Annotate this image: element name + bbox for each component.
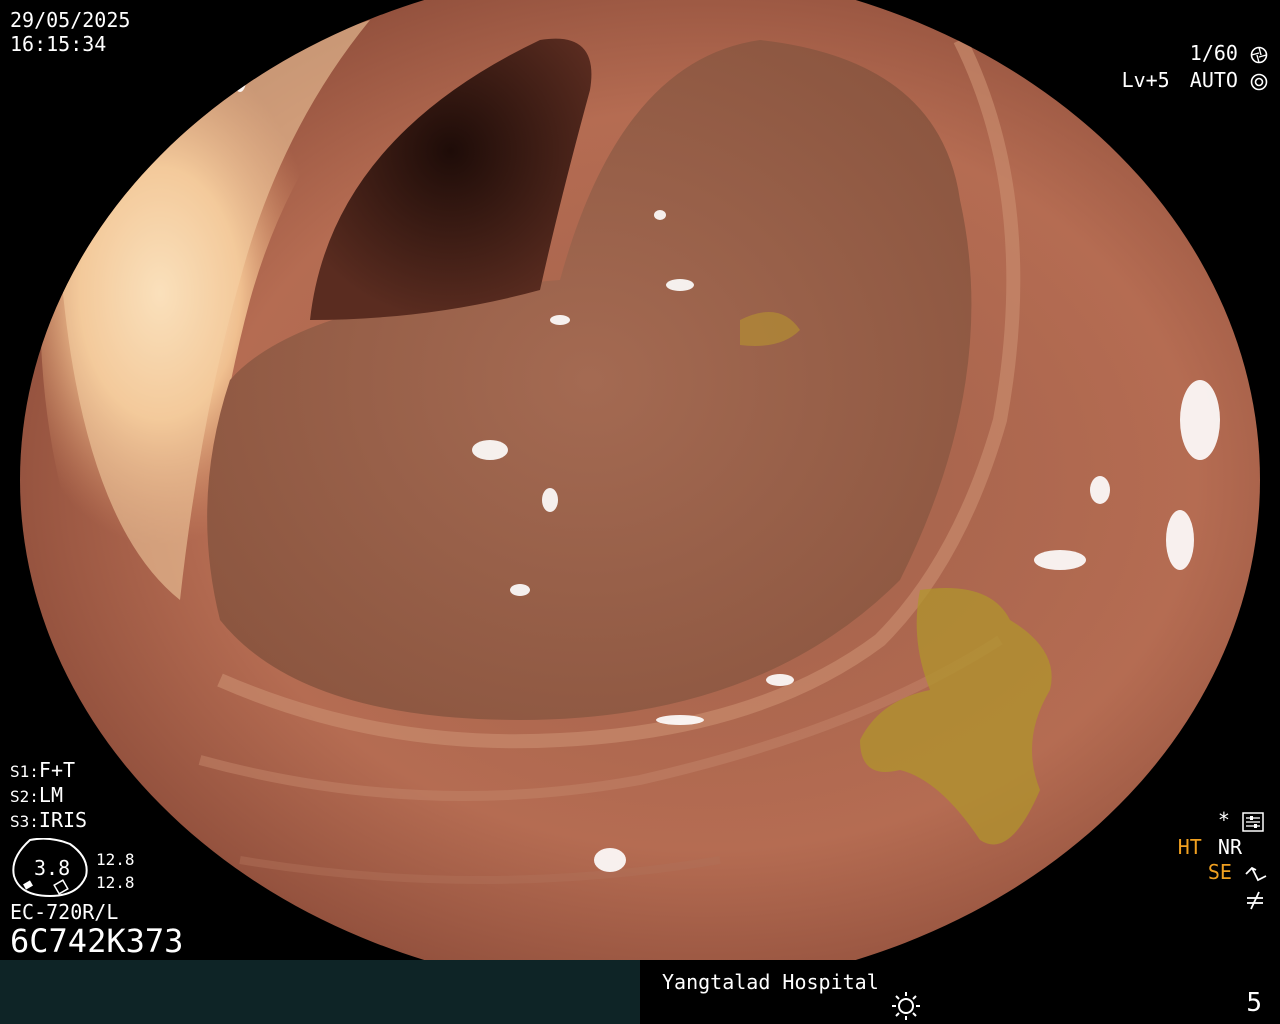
sun-icon (892, 992, 920, 1020)
preset-value: F+T (38, 758, 76, 782)
se-label: SE (1207, 860, 1232, 884)
gauge-upper: 12.8 (96, 850, 135, 869)
not-equal-icon (1247, 891, 1263, 909)
ht-label: HT (1177, 835, 1202, 859)
preset-value: LM (38, 783, 63, 807)
preset-s2: S2:LM (10, 783, 63, 809)
bottom-info-bar: Yangtalad Hospital 5 (0, 960, 1280, 1024)
scope-serial: 6C742K373 (10, 922, 184, 960)
preset-s1: S1:F+T (10, 758, 75, 784)
freeze-indicator (1244, 886, 1266, 910)
wave-enhance-icon (1245, 866, 1267, 881)
scope-model: EC-720R/L (10, 900, 119, 924)
preset-key: S2: (10, 787, 39, 806)
bottom-right-panel: Yangtalad Hospital 5 (640, 960, 1280, 1024)
ht-nr-indicator: HT NR (1178, 835, 1242, 859)
shutter-value: 1/60 (1189, 41, 1238, 65)
iris-icon (1250, 73, 1268, 90)
endoscopy-image (0, 0, 1280, 960)
image-number: 5 (1246, 988, 1262, 1018)
time-label: 16:15:34 (10, 32, 107, 56)
star-label: * (1217, 808, 1230, 832)
gauge-lower: 12.8 (96, 873, 135, 892)
aperture-icon (1250, 46, 1268, 63)
settings-panel-icon (1242, 811, 1264, 832)
preset-key: S3: (10, 812, 39, 831)
preset-s3: S3:IRIS (10, 808, 87, 834)
mode-value: AUTO (1189, 68, 1238, 92)
level-value: Lv+5 (1121, 68, 1170, 92)
bottom-left-panel (0, 960, 640, 1024)
gauge-value: 3.8 (34, 856, 71, 880)
level-mode: Lv+5 AUTO (1122, 68, 1268, 92)
nr-label: NR (1217, 835, 1242, 859)
preset-value: IRIS (38, 808, 88, 832)
hospital-name: Yangtalad Hospital (662, 970, 879, 994)
preset-key: S1: (10, 762, 39, 781)
shutter-setting: 1/60 (1190, 41, 1268, 65)
star-indicator: * (1218, 808, 1264, 832)
date-label: 29/05/2025 (10, 8, 131, 32)
se-indicator: SE (1208, 860, 1268, 884)
